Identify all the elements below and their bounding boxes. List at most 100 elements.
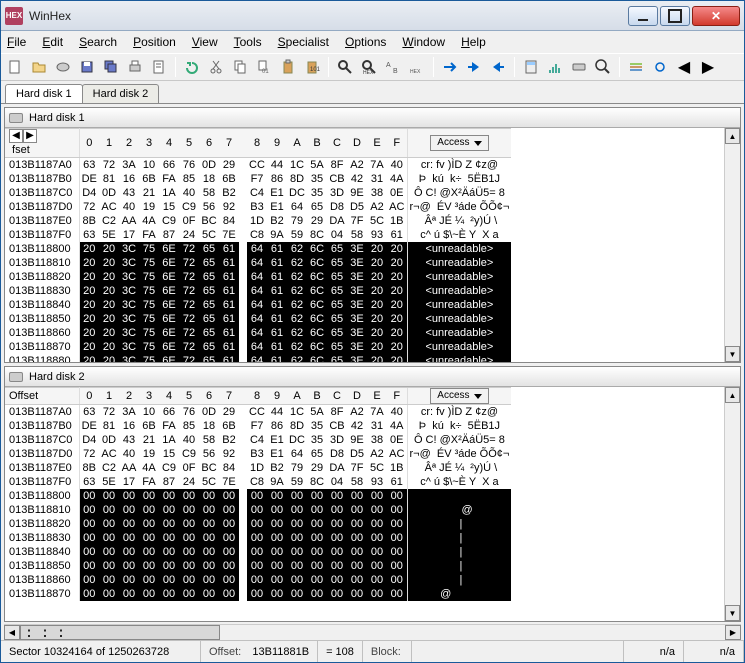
hex-cell[interactable]: AA: [119, 214, 139, 228]
hex-cell[interactable]: 72: [179, 256, 199, 270]
hex-cell[interactable]: 0D: [199, 158, 219, 173]
ascii-cell[interactable]: Þ kú k÷ 5ËB1J: [407, 419, 511, 433]
hex-cell[interactable]: 75: [139, 354, 159, 362]
col-5[interactable]: 5: [179, 388, 199, 405]
col-4[interactable]: 4: [159, 388, 179, 405]
hex-cell[interactable]: 7A: [367, 158, 387, 173]
col-7[interactable]: 7: [219, 129, 239, 158]
hex-cell[interactable]: 00: [287, 559, 307, 573]
maximize-button[interactable]: [660, 6, 690, 26]
hex-cell[interactable]: DA: [327, 214, 347, 228]
hex-cell[interactable]: 00: [199, 573, 219, 587]
scroll-right-icon[interactable]: ▶: [725, 625, 741, 640]
hex-cell[interactable]: 63: [79, 228, 99, 242]
hex-cell[interactable]: 00: [179, 517, 199, 531]
col-3[interactable]: 3: [139, 129, 159, 158]
close-button[interactable]: [692, 6, 740, 26]
hex-cell[interactable]: 3C: [119, 340, 139, 354]
hex-cell[interactable]: 84: [219, 214, 239, 228]
hex-cell[interactable]: 9A: [267, 228, 287, 242]
hex-cell[interactable]: 72: [179, 340, 199, 354]
hex-cell[interactable]: 7F: [347, 461, 367, 475]
offset-cell[interactable]: 013B118820: [5, 517, 79, 531]
col-6[interactable]: 6: [199, 129, 219, 158]
menu-file[interactable]: File: [7, 35, 26, 49]
hex-cell[interactable]: 00: [139, 559, 159, 573]
hex-cell[interactable]: 00: [99, 517, 119, 531]
col-9[interactable]: 9: [267, 129, 287, 158]
hex-row[interactable]: 013B1187A063723A1066760D29CC441C5A8FA27A…: [5, 405, 511, 420]
hex-cell[interactable]: 3E: [347, 284, 367, 298]
hex-cell[interactable]: 61: [219, 256, 239, 270]
minimize-button[interactable]: [628, 6, 658, 26]
hex-cell[interactable]: 65: [327, 270, 347, 284]
hex-cell[interactable]: 00: [99, 545, 119, 559]
col-E[interactable]: E: [367, 388, 387, 405]
hex-cell[interactable]: 21: [139, 186, 159, 200]
hex-cell[interactable]: 86: [267, 419, 287, 433]
col-5[interactable]: 5: [179, 129, 199, 158]
hex-row[interactable]: 013B1187E08BC2AA4AC90FBC841DB27929DA7F5C…: [5, 461, 511, 475]
hex-cell[interactable]: 20: [79, 340, 99, 354]
ascii-cell[interactable]: <unreadable>: [407, 242, 511, 256]
hex-cell[interactable]: DE: [79, 172, 99, 186]
hex-cell[interactable]: 3C: [119, 270, 139, 284]
hex-cell[interactable]: 00: [139, 503, 159, 517]
hex-cell[interactable]: 00: [79, 531, 99, 545]
hex-cell[interactable]: 72: [79, 200, 99, 214]
hex-cell[interactable]: 87: [159, 228, 179, 242]
offset-cell[interactable]: 013B1187B0: [5, 419, 79, 433]
hex-cell[interactable]: 00: [287, 517, 307, 531]
hex-cell[interactable]: 00: [139, 587, 159, 601]
offset-cell[interactable]: 013B118800: [5, 489, 79, 503]
hex-cell[interactable]: 00: [327, 545, 347, 559]
hex-cell[interactable]: 00: [79, 489, 99, 503]
hex-cell[interactable]: DC: [287, 433, 307, 447]
hex-cell[interactable]: 75: [139, 242, 159, 256]
hex-cell[interactable]: B2: [267, 461, 287, 475]
hex-cell[interactable]: 00: [159, 559, 179, 573]
hex-cell[interactable]: 18: [199, 419, 219, 433]
hex-cell[interactable]: 75: [139, 326, 159, 340]
hex-cell[interactable]: 1D: [247, 214, 267, 228]
hex-cell[interactable]: 72: [99, 158, 119, 173]
hex-cell[interactable]: 64: [247, 284, 267, 298]
hex-cell[interactable]: 19: [139, 200, 159, 214]
hex-cell[interactable]: 00: [327, 517, 347, 531]
hex-cell[interactable]: 75: [139, 340, 159, 354]
offset-cell[interactable]: 013B1187D0: [5, 200, 79, 214]
hex-cell[interactable]: 64: [247, 326, 267, 340]
hex-cell[interactable]: 00: [119, 517, 139, 531]
offset-cell[interactable]: 013B118830: [5, 284, 79, 298]
hex-row[interactable]: 013B11886020203C756E7265616461626C653E20…: [5, 326, 511, 340]
hex-cell[interactable]: 00: [119, 503, 139, 517]
hex-cell[interactable]: 75: [139, 256, 159, 270]
col-6[interactable]: 6: [199, 388, 219, 405]
ascii-cell[interactable]: c^ ú $\~È Y X a: [407, 475, 511, 489]
tab-hard-disk-2[interactable]: Hard disk 2: [82, 84, 160, 103]
hex-cell[interactable]: 3C: [119, 354, 139, 362]
analyze-icon[interactable]: [545, 57, 565, 77]
hex-cell[interactable]: 20: [99, 242, 119, 256]
hex-cell[interactable]: 00: [267, 559, 287, 573]
hex-cell[interactable]: 20: [99, 256, 119, 270]
hex-cell[interactable]: 61: [267, 354, 287, 362]
hex-cell[interactable]: 65: [307, 447, 327, 461]
hex-cell[interactable]: 00: [159, 503, 179, 517]
hex-cell[interactable]: 4A: [387, 419, 407, 433]
hex-cell[interactable]: 66: [159, 405, 179, 420]
hex-cell[interactable]: 6E: [159, 340, 179, 354]
hex-cell[interactable]: 65: [199, 270, 219, 284]
hex-cell[interactable]: 3C: [119, 256, 139, 270]
hex-cell[interactable]: 5A: [307, 405, 327, 420]
hex-cell[interactable]: 1A: [159, 433, 179, 447]
hex-cell[interactable]: 00: [347, 559, 367, 573]
hex-row[interactable]: 013B11887020203C756E7265616461626C653E20…: [5, 340, 511, 354]
hex-cell[interactable]: 00: [219, 573, 239, 587]
hex-cell[interactable]: 7F: [347, 214, 367, 228]
hex-cell[interactable]: 20: [387, 242, 407, 256]
hex-cell[interactable]: 8D: [287, 419, 307, 433]
menu-options[interactable]: Options: [345, 35, 386, 49]
hex-cell[interactable]: 00: [367, 559, 387, 573]
hex-row[interactable]: 013B1187D072AC401915C95692B3E16465D8D5A2…: [5, 447, 511, 461]
